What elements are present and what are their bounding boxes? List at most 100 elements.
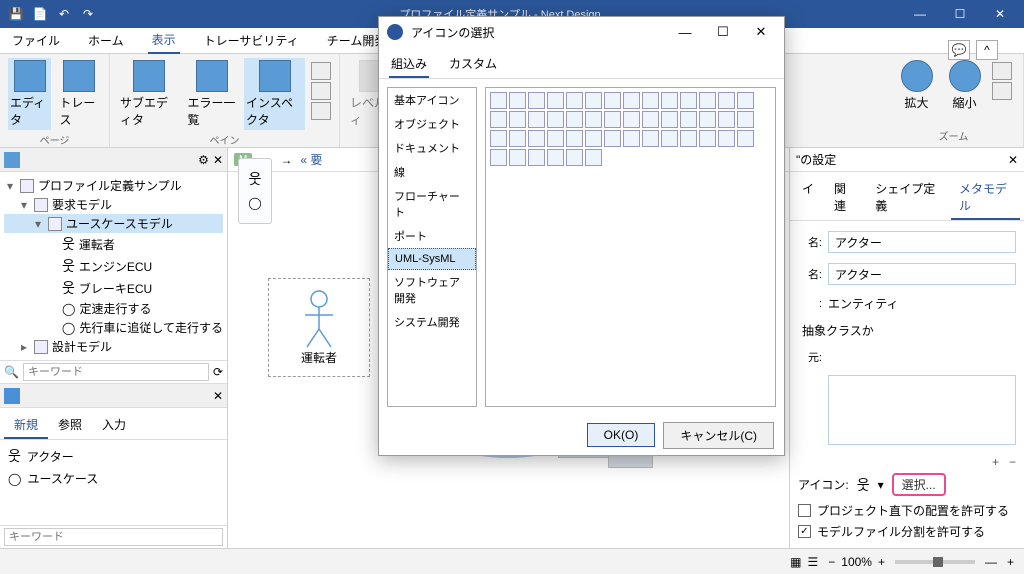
icon-choice[interactable]	[547, 92, 564, 109]
save-icon[interactable]: 💾	[4, 2, 28, 26]
name-field-1[interactable]	[828, 231, 1016, 253]
remove-button[interactable]: −	[1009, 455, 1016, 469]
cat-flowchart[interactable]: フローチャート	[388, 184, 476, 224]
icon-choice[interactable]	[566, 130, 583, 147]
icon-choice[interactable]	[547, 130, 564, 147]
chk-project-root[interactable]	[798, 504, 811, 517]
dialog-maximize[interactable]: ☐	[708, 24, 738, 40]
ribbon-errorlist[interactable]: エラー一覧	[186, 58, 239, 130]
icon-choice[interactable]	[585, 111, 602, 128]
refresh-icon[interactable]: ⟳	[213, 365, 223, 379]
add-button[interactable]: +	[992, 455, 999, 469]
zoom-in-status[interactable]: +	[878, 555, 885, 569]
cat-document[interactable]: ドキュメント	[388, 136, 476, 160]
icon-choice[interactable]	[661, 130, 678, 147]
icon-grid[interactable]	[485, 87, 776, 407]
icon-choice[interactable]	[509, 149, 526, 166]
close-button[interactable]: ✕	[980, 0, 1020, 28]
tree-close-icon[interactable]: ✕	[213, 153, 223, 167]
tree-uc-2[interactable]: ◯先行車に追従して走行する	[4, 318, 223, 337]
icon-choice[interactable]	[547, 149, 564, 166]
icon-choice[interactable]	[528, 130, 545, 147]
cat-object[interactable]: オブジェクト	[388, 112, 476, 136]
filter-icon[interactable]: 🔍	[4, 365, 19, 379]
zoom-out-button[interactable]: 縮小	[944, 58, 986, 113]
icon-choice[interactable]	[680, 92, 697, 109]
icon-choice[interactable]	[566, 92, 583, 109]
icon-choice[interactable]	[585, 92, 602, 109]
keyword-input[interactable]	[23, 363, 209, 381]
grid-icon[interactable]: ▦	[790, 555, 801, 569]
list-icon[interactable]: ☰	[807, 555, 818, 569]
folder-icon[interactable]: 📄	[28, 2, 52, 26]
ribbon-inspector[interactable]: インスペクタ	[244, 58, 305, 130]
ok-button[interactable]: OK(O)	[587, 423, 656, 447]
icon-choice[interactable]	[547, 111, 564, 128]
icon-choice[interactable]	[680, 130, 697, 147]
tab-input[interactable]: 入力	[92, 412, 136, 439]
icon-choice[interactable]	[661, 92, 678, 109]
icon-choice[interactable]	[623, 111, 640, 128]
shape-palette[interactable]: 웃 ◯	[238, 158, 272, 224]
zoom-in-button[interactable]: 拡大	[896, 58, 938, 113]
icon-category-list[interactable]: 基本アイコン オブジェクト ドキュメント 線 フローチャート ポート UML-S…	[387, 87, 477, 407]
rp-tab-related[interactable]: 関連	[826, 176, 863, 220]
list-usecase[interactable]: ◯ユースケース	[4, 468, 223, 489]
icon-choice[interactable]	[623, 130, 640, 147]
zoom-out-status[interactable]: −	[828, 555, 835, 569]
menu-file[interactable]: ファイル	[8, 28, 64, 53]
cat-system[interactable]: システム開発	[388, 310, 476, 334]
modal-tab-custom[interactable]: カスタム	[447, 51, 499, 78]
keyword-input-2[interactable]	[4, 528, 223, 546]
icon-choice[interactable]	[585, 149, 602, 166]
tree-uc-1[interactable]: ◯定速走行する	[4, 299, 223, 318]
redo-icon[interactable]: ↷	[76, 2, 100, 26]
icon-choice[interactable]	[718, 92, 735, 109]
icon-choice[interactable]	[490, 92, 507, 109]
menu-trace[interactable]: トレーサビリティ	[200, 28, 303, 53]
dialog-minimize[interactable]: —	[670, 25, 700, 40]
chevron-up-icon[interactable]: ^	[976, 40, 998, 60]
cat-uml[interactable]: UML-SysML	[388, 248, 476, 270]
icon-choice[interactable]	[528, 111, 545, 128]
icon-choice[interactable]	[604, 130, 621, 147]
icon-choice[interactable]	[509, 130, 526, 147]
modal-tab-builtin[interactable]: 組込み	[389, 51, 429, 78]
tab-new[interactable]: 新規	[4, 412, 48, 439]
icon-choice[interactable]	[528, 92, 545, 109]
zoom-slider[interactable]	[895, 560, 975, 564]
icon-choice[interactable]	[737, 111, 754, 128]
inspector-close-icon[interactable]: ✕	[1008, 153, 1018, 167]
rp-tab-metamodel[interactable]: メタモデル	[951, 176, 1020, 220]
select-icon-button[interactable]: 選択...	[892, 473, 946, 496]
list-actor[interactable]: 웃アクター	[4, 444, 223, 468]
cat-port[interactable]: ポート	[388, 224, 476, 248]
cancel-button[interactable]: キャンセル(C)	[663, 422, 774, 449]
inheritance-box[interactable]	[828, 375, 1016, 445]
icon-choice[interactable]	[490, 130, 507, 147]
tree-actor-3[interactable]: 웃ブレーキECU	[4, 277, 223, 299]
icon-choice[interactable]	[642, 111, 659, 128]
icon-choice[interactable]	[604, 111, 621, 128]
tree-req-model[interactable]: ▾要求モデル	[4, 195, 223, 214]
menu-home[interactable]: ホーム	[84, 28, 128, 53]
icon-choice[interactable]	[718, 130, 735, 147]
icon-choice[interactable]	[718, 111, 735, 128]
icon-choice[interactable]	[528, 149, 545, 166]
icon-choice[interactable]	[490, 149, 507, 166]
icon-choice[interactable]	[737, 92, 754, 109]
icon-choice[interactable]	[509, 111, 526, 128]
icon-choice[interactable]	[509, 92, 526, 109]
menu-view[interactable]: 表示	[148, 27, 180, 54]
dialog-close[interactable]: ✕	[746, 24, 776, 40]
chk-file-split[interactable]: ✓	[798, 525, 811, 538]
model-tree[interactable]: ▾プロファイル定義サンプル ▾要求モデル ▾ユースケースモデル 웃運転者 웃エン…	[0, 172, 227, 360]
icon-choice[interactable]	[661, 111, 678, 128]
tree-root[interactable]: ▾プロファイル定義サンプル	[4, 176, 223, 195]
icon-choice[interactable]	[680, 111, 697, 128]
cat-line[interactable]: 線	[388, 160, 476, 184]
comment-icon[interactable]: 💬	[948, 40, 970, 60]
palette-actor-icon[interactable]: 웃	[245, 169, 265, 189]
ribbon-editor[interactable]: エディタ	[8, 58, 51, 130]
undo-icon[interactable]: ↶	[52, 2, 76, 26]
